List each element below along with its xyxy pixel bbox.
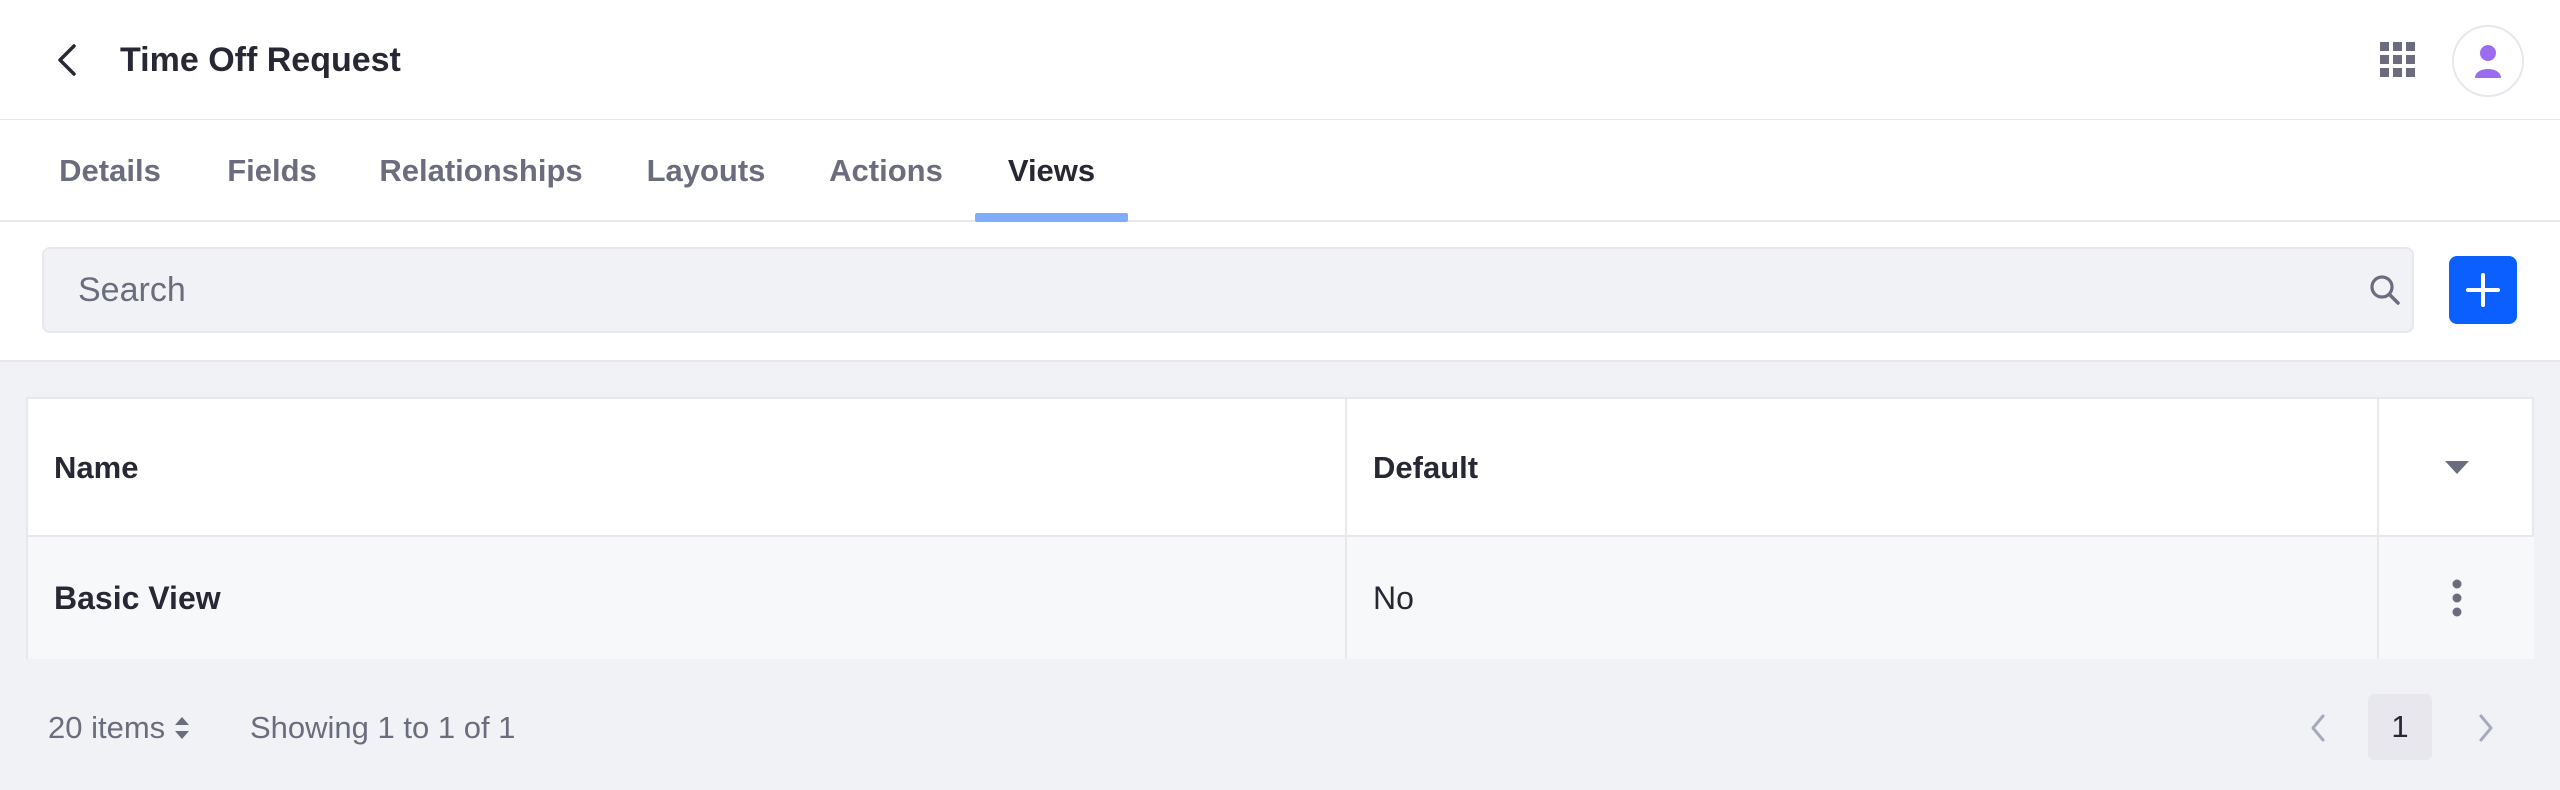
active-tab-indicator: [975, 213, 1128, 222]
page-1-button[interactable]: 1: [2368, 694, 2432, 760]
column-header-default[interactable]: Default: [1345, 399, 2377, 537]
sort-caret-icon: [175, 717, 190, 739]
next-page-button[interactable]: [2458, 700, 2514, 756]
chevron-left-icon: [2311, 714, 2325, 742]
user-avatar[interactable]: [2452, 25, 2524, 97]
tab-layouts[interactable]: Layouts: [630, 120, 782, 222]
tab-details[interactable]: Details: [40, 120, 180, 222]
plus-icon: [2466, 273, 2500, 307]
tab-bar: Details Fields Relationships Layouts Act…: [0, 120, 2560, 222]
management-toolbar: [0, 222, 2560, 362]
tab-views[interactable]: Views: [975, 120, 1128, 222]
page-title: Time Off Request: [120, 41, 401, 79]
search-box: [42, 247, 2414, 333]
chevron-right-icon: [2479, 714, 2493, 742]
results-count: Showing 1 to 1 of 1: [250, 710, 516, 745]
tab-actions[interactable]: Actions: [816, 120, 956, 222]
previous-page-button[interactable]: [2290, 700, 2346, 756]
cell-name[interactable]: Basic View: [28, 537, 1345, 659]
chevron-left-icon: [58, 44, 76, 76]
column-options-button[interactable]: [2377, 399, 2534, 537]
views-table: Name Default Basic View No: [26, 397, 2534, 659]
search-input[interactable]: [44, 249, 2344, 331]
add-view-button[interactable]: [2449, 256, 2517, 324]
items-per-page-label: 20 items: [48, 710, 166, 745]
back-button[interactable]: [44, 36, 92, 84]
caret-down-icon: [2444, 461, 2469, 474]
cell-default: No: [1345, 537, 2377, 659]
search-button[interactable]: [2364, 269, 2406, 311]
app-header: Time Off Request: [0, 0, 2560, 120]
apps-button[interactable]: [2374, 36, 2422, 84]
tab-fields[interactable]: Fields: [212, 120, 332, 222]
ellipsis-vertical-icon: [2452, 579, 2461, 617]
search-icon: [2370, 275, 2400, 305]
user-icon: [2475, 45, 2501, 78]
apps-grid-icon: [2380, 42, 2415, 77]
items-per-page-select[interactable]: 20 items: [48, 700, 190, 756]
row-actions-button[interactable]: [2377, 537, 2534, 659]
tab-relationships[interactable]: Relationships: [372, 120, 590, 222]
column-header-name[interactable]: Name: [28, 399, 1345, 537]
